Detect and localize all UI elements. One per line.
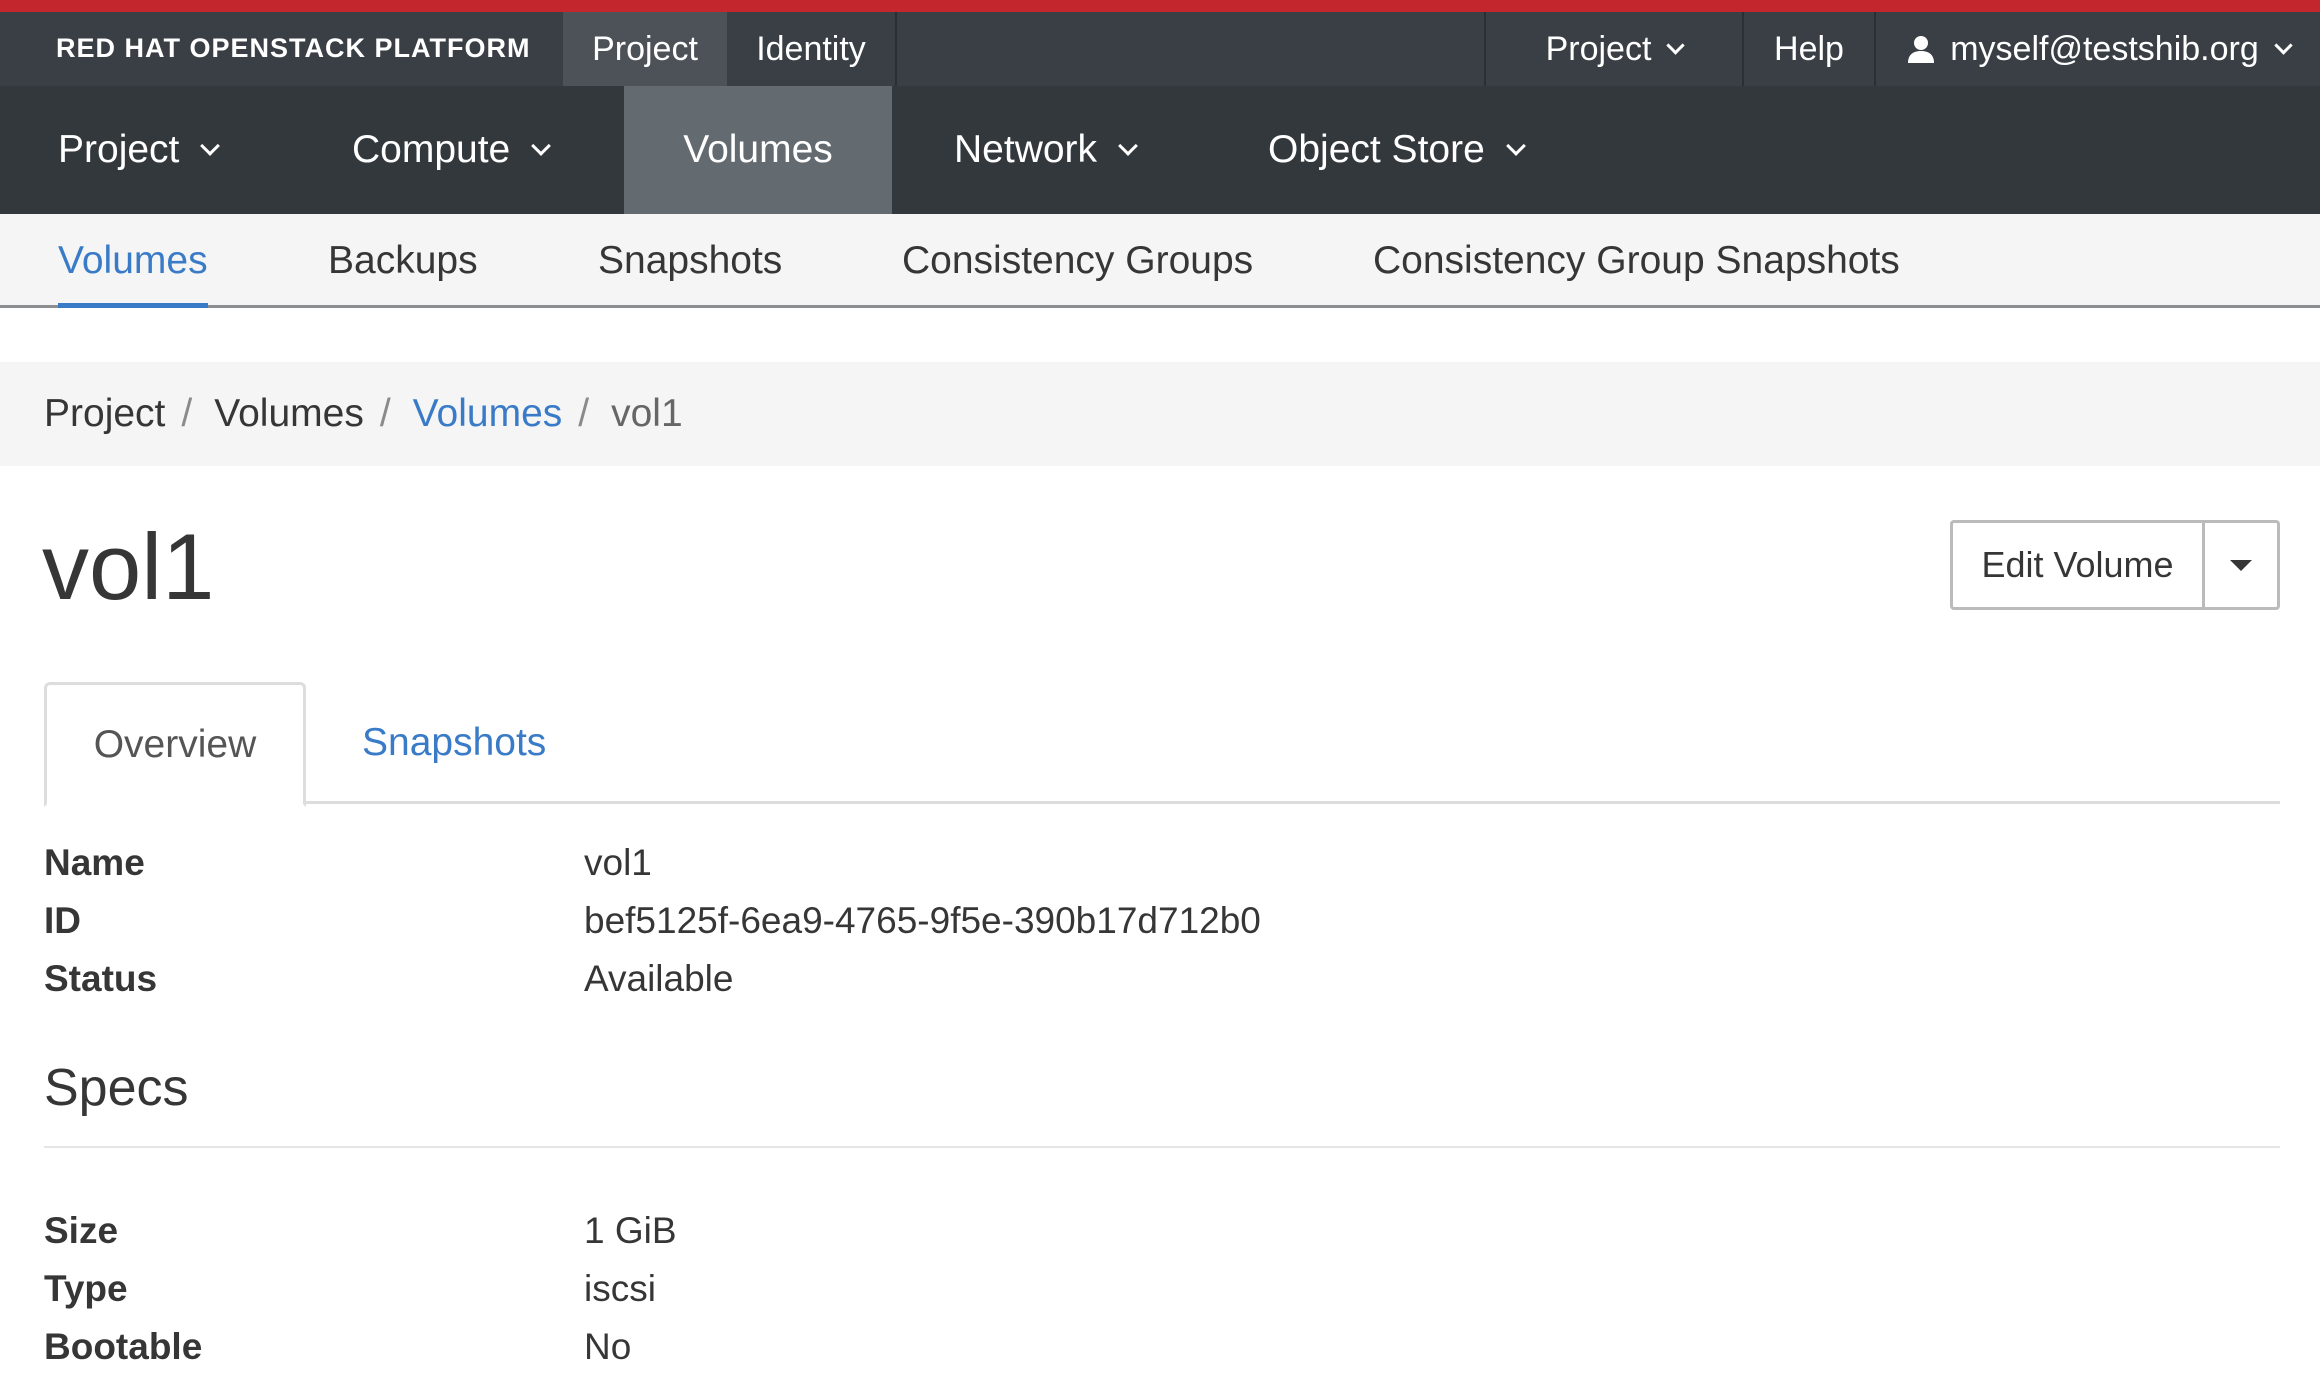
detail-value: bef5125f-6ea9-4765-9f5e-390b17d712b0 (584, 900, 1261, 941)
user-menu-dropdown[interactable]: myself@testshib.org (1874, 12, 2320, 86)
breadcrumb-separator: / (181, 392, 193, 435)
nav-object-store[interactable]: Object Store (1268, 86, 1526, 214)
nav-project[interactable]: Project (58, 86, 221, 214)
breadcrumb: Project / Volumes / Volumes / vol1 (0, 362, 2320, 466)
nav-compute-label: Compute (352, 128, 511, 171)
help-label: Help (1774, 29, 1844, 68)
detail-row-name: Name vol1 (44, 834, 2280, 892)
detail-label: Name (44, 842, 145, 883)
detail-value: No (584, 1326, 632, 1367)
nav-compute[interactable]: Compute (352, 86, 552, 214)
section-divider (44, 1146, 2280, 1148)
breadcrumb-current: vol1 (611, 392, 683, 435)
detail-value: Available (584, 958, 734, 999)
detail-tabs: Overview Snapshots (44, 682, 2280, 807)
top-accent-bar (0, 0, 2320, 12)
chevron-down-icon (1666, 35, 1686, 55)
nav-volumes[interactable]: Volumes (624, 86, 892, 214)
user-icon (1908, 36, 1935, 63)
page-title: vol1 (42, 514, 215, 619)
nav-object-store-label: Object Store (1268, 128, 1485, 171)
detail-value: 1 GiB (584, 1210, 677, 1251)
specs-heading: Specs (44, 1059, 189, 1117)
help-link[interactable]: Help (1742, 12, 1874, 86)
detail-label: Bootable (44, 1326, 203, 1367)
detail-label: Size (44, 1210, 119, 1251)
context-tab-project[interactable]: Project (563, 12, 727, 86)
chevron-down-icon (1505, 135, 1526, 156)
nav-project-label: Project (58, 128, 180, 171)
context-tab-identity[interactable]: Identity (727, 12, 897, 86)
user-email: myself@testshib.org (1950, 29, 2259, 68)
nav-volumes-label: Volumes (683, 128, 833, 171)
chevron-down-icon (1118, 135, 1138, 156)
detail-row-id: ID bef5125f-6ea9-4765-9f5e-390b17d712b0 (44, 892, 2280, 950)
breadcrumb-volumes-panel: Volumes (214, 392, 364, 435)
subnav-snapshots[interactable]: Snapshots (598, 214, 782, 308)
breadcrumb-project: Project (44, 392, 166, 435)
edit-volume-button-group: Edit Volume (1950, 520, 2280, 610)
breadcrumb-volumes-link[interactable]: Volumes (413, 392, 563, 436)
detail-value: vol1 (584, 842, 652, 883)
secondary-nav: Volumes Backups Snapshots Consistency Gr… (0, 214, 2320, 308)
tab-snapshots[interactable]: Snapshots (362, 682, 546, 804)
masthead: RED HAT OPENSTACK PLATFORM Project Ident… (0, 12, 2320, 86)
brand-logo[interactable]: RED HAT OPENSTACK PLATFORM (56, 28, 530, 68)
tab-overview[interactable]: Overview (44, 682, 306, 807)
subnav-volumes[interactable]: Volumes (58, 214, 208, 308)
detail-row-status: Status Available (44, 950, 2280, 1008)
spec-row-type: Type iscsi (44, 1260, 2280, 1318)
nav-network-label: Network (954, 128, 1098, 171)
spec-row-bootable: Bootable No (44, 1318, 2280, 1376)
spec-row-size: Size 1 GiB (44, 1202, 2280, 1260)
detail-value: iscsi (584, 1268, 656, 1309)
project-menu-dropdown[interactable]: Project (1484, 12, 1742, 86)
caret-down-icon (2230, 559, 2252, 571)
more-actions-dropdown[interactable] (2205, 523, 2277, 607)
breadcrumb-separator: / (578, 392, 590, 435)
detail-label: ID (44, 900, 81, 941)
breadcrumb-separator: / (379, 392, 391, 435)
edit-volume-button[interactable]: Edit Volume (1953, 523, 2205, 607)
nav-network[interactable]: Network (954, 86, 1138, 214)
chevron-down-icon (531, 135, 552, 156)
subnav-consistency-groups[interactable]: Consistency Groups (902, 214, 1253, 308)
subnav-consistency-group-snapshots[interactable]: Consistency Group Snapshots (1373, 214, 1900, 308)
detail-label: Type (44, 1268, 128, 1309)
chevron-down-icon (200, 135, 221, 156)
chevron-down-icon (2274, 35, 2293, 55)
primary-nav: Project Compute Volumes Network Object S… (0, 86, 2320, 214)
project-menu-label: Project (1545, 29, 1652, 68)
detail-label: Status (44, 958, 158, 999)
subnav-backups[interactable]: Backups (328, 214, 478, 308)
